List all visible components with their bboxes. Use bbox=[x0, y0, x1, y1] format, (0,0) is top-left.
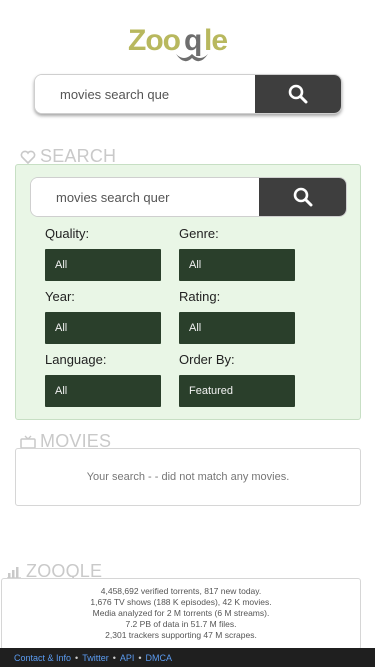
rating-select[interactable]: All bbox=[179, 312, 295, 344]
rating-label: Rating: bbox=[179, 289, 221, 304]
footer-bar: Contact & Info • Twitter • API • DMCA bbox=[0, 648, 375, 667]
svg-text:Zoo: Zoo bbox=[128, 24, 181, 57]
genre-label: Genre: bbox=[179, 226, 219, 241]
no-results-message: Your search - - did not match any movies… bbox=[86, 471, 290, 483]
movies-results-box: Your search - - did not match any movies… bbox=[15, 448, 361, 506]
twitter-link[interactable]: Twitter bbox=[82, 653, 109, 663]
chart-icon bbox=[6, 565, 22, 579]
language-select[interactable]: All bbox=[45, 375, 161, 407]
footer-separator: • bbox=[112, 652, 116, 663]
footer-separator: • bbox=[75, 652, 79, 663]
search-panel: Quality: All Genre: All Year: All Rating… bbox=[15, 164, 361, 420]
top-search-input[interactable] bbox=[35, 75, 255, 113]
heart-icon bbox=[20, 150, 36, 164]
quality-label: Quality: bbox=[45, 226, 90, 241]
top-search-bar bbox=[34, 74, 342, 114]
contact-info-link[interactable]: Contact & Info bbox=[14, 653, 71, 663]
panel-search-button[interactable] bbox=[259, 178, 346, 216]
search-icon bbox=[293, 187, 312, 207]
svg-text:le: le bbox=[204, 24, 227, 57]
stat-line: 1,676 TV shows (188 K episodes), 42 K mo… bbox=[90, 597, 272, 607]
dmca-link[interactable]: DMCA bbox=[146, 653, 173, 663]
svg-text:q: q bbox=[184, 24, 201, 57]
order-by-select[interactable]: Featured bbox=[179, 375, 295, 407]
genre-select[interactable]: All bbox=[179, 249, 295, 281]
year-select[interactable]: All bbox=[45, 312, 161, 344]
language-label: Language: bbox=[45, 352, 107, 367]
zooqle-logo[interactable]: Zoo q le bbox=[128, 20, 248, 68]
stat-line: 4,458,692 verified torrents, 817 new tod… bbox=[100, 586, 262, 596]
panel-search-input[interactable] bbox=[31, 178, 259, 216]
stat-line: 2,301 trackers supporting 47 M scrapes. bbox=[105, 630, 257, 640]
panel-search-bar bbox=[30, 177, 347, 217]
year-label: Year: bbox=[45, 289, 75, 304]
order-by-label: Order By: bbox=[179, 352, 235, 367]
api-link[interactable]: API bbox=[120, 653, 135, 663]
site-stats-box: 4,458,692 verified torrents, 817 new tod… bbox=[1, 578, 361, 650]
stat-line: 7.2 PB of data in 51.7 M files. bbox=[125, 619, 237, 629]
footer-separator: • bbox=[138, 652, 142, 663]
quality-select[interactable]: All bbox=[45, 249, 161, 281]
search-icon bbox=[288, 84, 308, 104]
tv-icon bbox=[20, 435, 36, 449]
logo-graphic: Zoo q le bbox=[128, 24, 228, 62]
top-search-button[interactable] bbox=[255, 75, 341, 113]
stat-line: Media analyzed for 2 M torrents (6 M str… bbox=[92, 608, 270, 618]
